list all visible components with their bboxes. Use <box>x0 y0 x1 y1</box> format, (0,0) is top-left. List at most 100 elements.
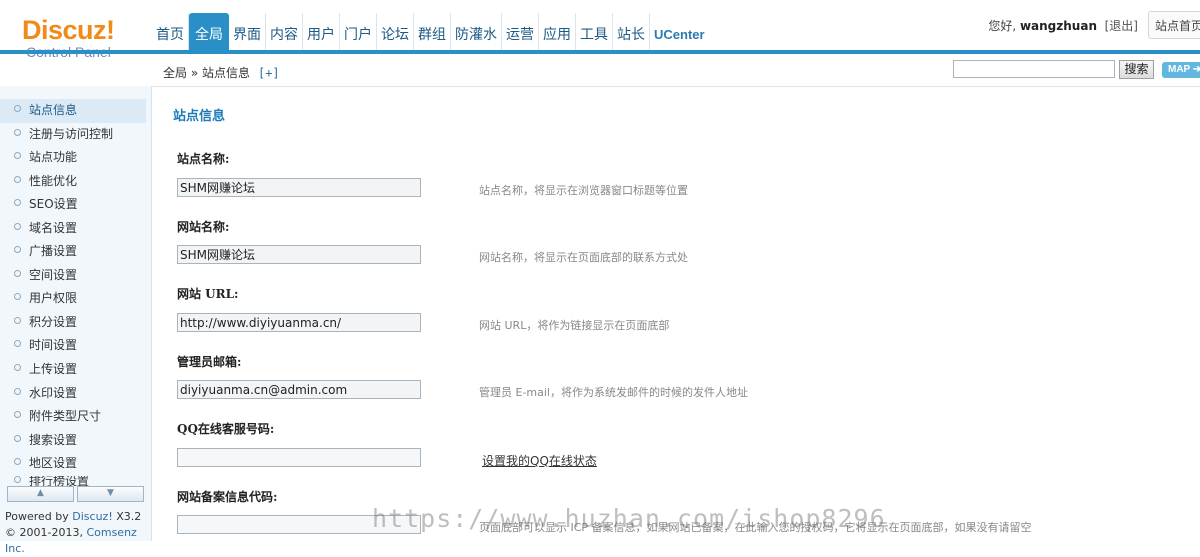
sidebar-item-credits[interactable]: 积分设置 <box>0 311 146 335</box>
nav-portal[interactable]: 门户 <box>340 13 377 52</box>
logout-link[interactable]: [退出] <box>1105 19 1138 33</box>
sidebar-item-domain[interactable]: 域名设置 <box>0 217 146 241</box>
bullet-icon <box>14 222 21 230</box>
sidebar-item-register-access[interactable]: 注册与访问控制 <box>0 123 146 147</box>
bullet-icon <box>14 199 21 207</box>
bullet-icon <box>14 458 21 466</box>
sidebar-item-label: 域名设置 <box>29 220 78 235</box>
admin-email-label: 管理员邮箱: <box>177 355 242 369</box>
nav-user[interactable]: 用户 <box>303 13 340 52</box>
nav-antispam[interactable]: 防灌水 <box>451 13 502 52</box>
search-input[interactable] <box>953 60 1115 78</box>
website-url-help: 网站 URL，将作为链接显示在页面底部 <box>479 319 670 332</box>
breadcrumb: 全局 » 站点信息 [+] <box>163 64 280 81</box>
sidebar-item-user-permissions[interactable]: 用户权限 <box>0 287 146 311</box>
sidebar-item-performance[interactable]: 性能优化 <box>0 170 146 194</box>
bullet-icon <box>14 105 21 112</box>
nav-tools[interactable]: 工具 <box>576 13 613 52</box>
header: Discuz! Control Panel 首页 全局 界面 内容 用户 门户 … <box>0 0 1200 60</box>
sidebar-item-site-features[interactable]: 站点功能 <box>0 146 146 170</box>
bullet-icon <box>14 175 21 183</box>
breadcrumb-path: 全局 » 站点信息 <box>163 66 250 80</box>
nav-content[interactable]: 内容 <box>266 13 303 52</box>
site-home-button[interactable]: 站点首页 <box>1148 11 1200 39</box>
qq-status-link[interactable]: 设置我的QQ在线状态 <box>482 452 597 469</box>
logo-brand: Discuz! <box>22 15 115 45</box>
sidebar-item-seo[interactable]: SEO设置 <box>0 193 146 217</box>
sidebar: 站点信息 注册与访问控制 站点功能 性能优化 SEO设置 域名设置 广播设置 空… <box>0 86 152 555</box>
page-title: 站点信息 <box>173 109 226 124</box>
sidebar-item-label: SEO设置 <box>29 197 78 212</box>
main-content: 站点信息 站点名称: 站点名称，将显示在浏览器窗口标题等位置 网站名称: 网站名… <box>152 87 1200 541</box>
nav-group[interactable]: 群组 <box>414 13 451 52</box>
greeting-text: 您好, <box>988 19 1020 33</box>
bullet-icon <box>14 411 21 419</box>
bullet-icon <box>14 434 21 442</box>
sidebar-item-space[interactable]: 空间设置 <box>0 264 146 288</box>
sidebar-item-label: 附件类型尺寸 <box>29 409 102 424</box>
nav-forum[interactable]: 论坛 <box>377 13 414 52</box>
powered-text: Powered by <box>5 510 73 523</box>
copyright: © 2001-2013, Comsenz Inc. <box>5 525 151 557</box>
powered-by: Powered by Discuz! X3.2 <box>5 509 151 525</box>
add-shortcut-button[interactable]: [+] <box>258 66 280 80</box>
nav-home[interactable]: 首页 <box>152 13 189 52</box>
nav-ucenter[interactable]: UCenter <box>650 13 709 52</box>
icp-code-label: 网站备案信息代码: <box>177 490 278 504</box>
website-name-label: 网站名称: <box>177 220 230 234</box>
sidebar-item-label: 注册与访问控制 <box>29 126 114 141</box>
sidebar-item-upload[interactable]: 上传设置 <box>0 358 146 382</box>
scroll-down-icon[interactable]: ▼ <box>77 486 144 502</box>
sidebar-item-label: 排行榜设置 <box>29 475 90 486</box>
sidebar-item-site-info[interactable]: 站点信息 <box>0 99 146 123</box>
sidebar-item-label: 站点功能 <box>29 150 78 165</box>
bullet-icon <box>14 152 21 160</box>
discuz-link[interactable]: Discuz! <box>72 510 112 523</box>
website-name-input[interactable] <box>177 245 421 264</box>
nav-style[interactable]: 界面 <box>229 13 266 52</box>
sidebar-item-watermark[interactable]: 水印设置 <box>0 382 146 406</box>
sidebar-item-label: 水印设置 <box>29 385 78 400</box>
sidebar-item-label: 广播设置 <box>29 244 78 259</box>
sidebar-item-label: 积分设置 <box>29 314 78 329</box>
sidebar-item-label: 搜索设置 <box>29 432 78 447</box>
qq-service-input[interactable] <box>177 448 421 467</box>
site-name-label: 站点名称: <box>177 152 230 166</box>
icp-code-input[interactable] <box>177 515 421 534</box>
nav-app[interactable]: 应用 <box>539 13 576 52</box>
sidebar-scroll-controls: ▲ ▼ <box>7 486 144 502</box>
bullet-icon <box>14 269 21 277</box>
sidebar-item-label: 性能优化 <box>29 173 78 188</box>
bullet-icon <box>14 364 21 372</box>
bullet-icon <box>14 340 21 348</box>
website-name-help: 网站名称，将显示在页面底部的联系方式处 <box>479 251 688 264</box>
sidebar-menu: 站点信息 注册与访问控制 站点功能 性能优化 SEO设置 域名设置 广播设置 空… <box>0 99 146 486</box>
sidebar-item-label: 时间设置 <box>29 338 78 353</box>
nav-global[interactable]: 全局 <box>189 13 229 52</box>
bullet-icon <box>14 128 21 136</box>
user-greeting: 您好, wangzhuan [退出] <box>988 17 1138 34</box>
nav-operation[interactable]: 运营 <box>502 13 539 52</box>
map-button[interactable]: MAP ➔ <box>1162 62 1200 78</box>
icp-code-help: 页面底部可以显示 ICP 备案信息，如果网站已备案，在此输入您的授权码，它将显示… <box>479 521 1032 534</box>
admin-email-help: 管理员 E-mail，将作为系统发邮件的时候的发件人地址 <box>479 386 748 399</box>
sidebar-footer: Powered by Discuz! X3.2 © 2001-2013, Com… <box>5 509 151 557</box>
search-button[interactable]: 搜索 <box>1119 60 1154 79</box>
admin-email-input[interactable] <box>177 380 421 399</box>
copyright-text: © 2001-2013, <box>5 526 87 539</box>
sidebar-item-broadcast[interactable]: 广播设置 <box>0 240 146 264</box>
sidebar-item-ranking[interactable]: 排行榜设置 <box>0 475 146 486</box>
username: wangzhuan <box>1019 19 1097 33</box>
sidebar-item-region[interactable]: 地区设置 <box>0 452 146 476</box>
sidebar-item-attachment-types[interactable]: 附件类型尺寸 <box>0 405 146 429</box>
sidebar-item-label: 站点信息 <box>29 103 78 117</box>
sidebar-item-label: 空间设置 <box>29 267 78 282</box>
website-url-input[interactable] <box>177 313 421 332</box>
qq-service-label: QQ在线客服号码: <box>177 422 275 436</box>
sidebar-item-label: 地区设置 <box>29 456 78 471</box>
sidebar-item-search[interactable]: 搜索设置 <box>0 429 146 453</box>
site-name-input[interactable] <box>177 178 421 197</box>
nav-founder[interactable]: 站长 <box>613 13 650 52</box>
scroll-up-icon[interactable]: ▲ <box>7 486 74 502</box>
sidebar-item-time[interactable]: 时间设置 <box>0 334 146 358</box>
